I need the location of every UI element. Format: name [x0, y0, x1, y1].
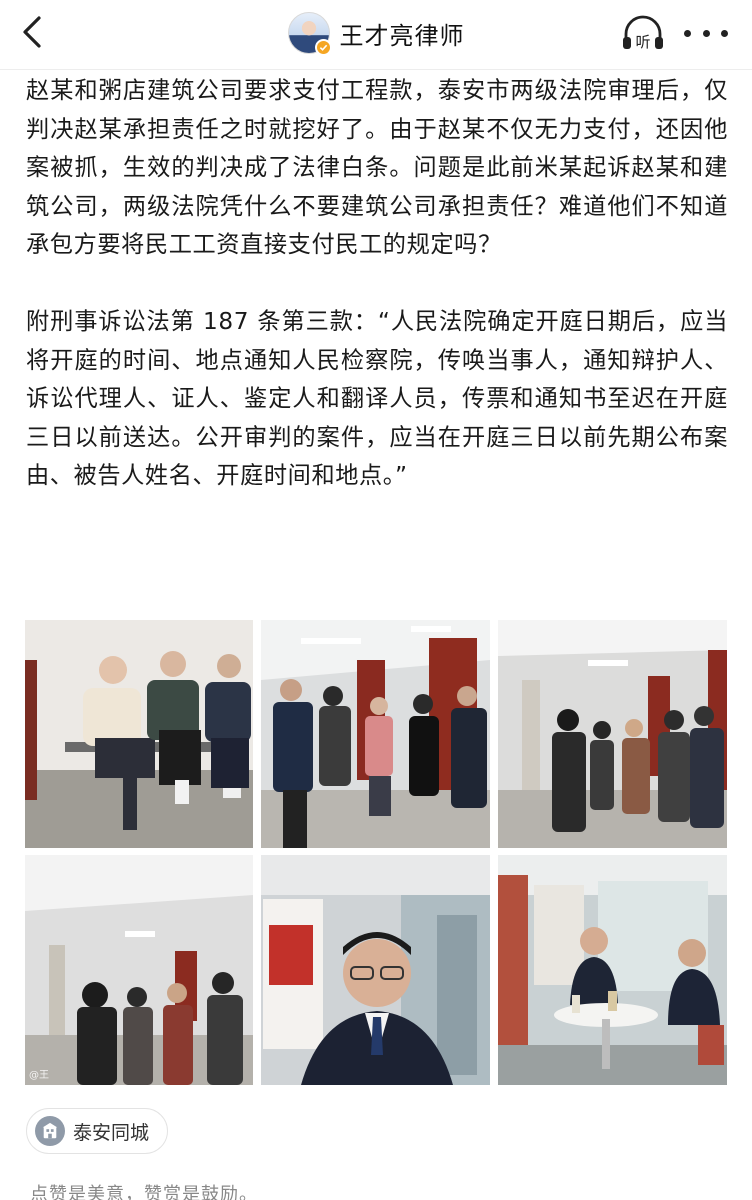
photo-thumbnail[interactable]: [261, 855, 490, 1085]
photo-thumbnail[interactable]: [498, 620, 727, 848]
listen-label: 听: [635, 33, 650, 51]
article-body: 赵某和粥店建筑公司要求支付工程款，泰安市两级法院审理后，仅判决赵某承担责任之时就…: [26, 72, 728, 496]
photo-thumbnail[interactable]: @王: [25, 855, 253, 1085]
photo-thumbnail[interactable]: [261, 620, 490, 848]
location-building-icon: [35, 1116, 65, 1146]
more-options-button[interactable]: [684, 18, 728, 48]
verified-badge-icon: [314, 39, 332, 56]
article-paragraph: 附刑事诉讼法第 187 条第三款：“人民法院确定开庭日期后，应当将开庭的时间、地…: [26, 307, 728, 490]
photo-thumbnail[interactable]: [498, 855, 727, 1085]
more-icon: [684, 29, 691, 37]
avatar[interactable]: [287, 12, 332, 56]
photo-grid: @王: [25, 620, 727, 1085]
listen-button[interactable]: 听: [620, 14, 666, 54]
photo-thumbnail[interactable]: [25, 620, 253, 848]
watermark: @王: [29, 1070, 49, 1081]
listen-icon: 听: [623, 15, 663, 51]
article-paragraph: 赵某和粥店建筑公司要求支付工程款，泰安市两级法院审理后，仅判决赵某承担责任之时就…: [26, 77, 728, 259]
author-name[interactable]: 王才亮律师: [340, 16, 465, 51]
location-label: 泰安同城: [73, 1121, 150, 1144]
reward-prompt-text: 点赞是美意，赞赏是鼓励。: [30, 1184, 258, 1200]
location-tag[interactable]: 泰安同城: [26, 1108, 169, 1154]
top-navigation-bar: 王才亮律师 听: [0, 0, 752, 70]
